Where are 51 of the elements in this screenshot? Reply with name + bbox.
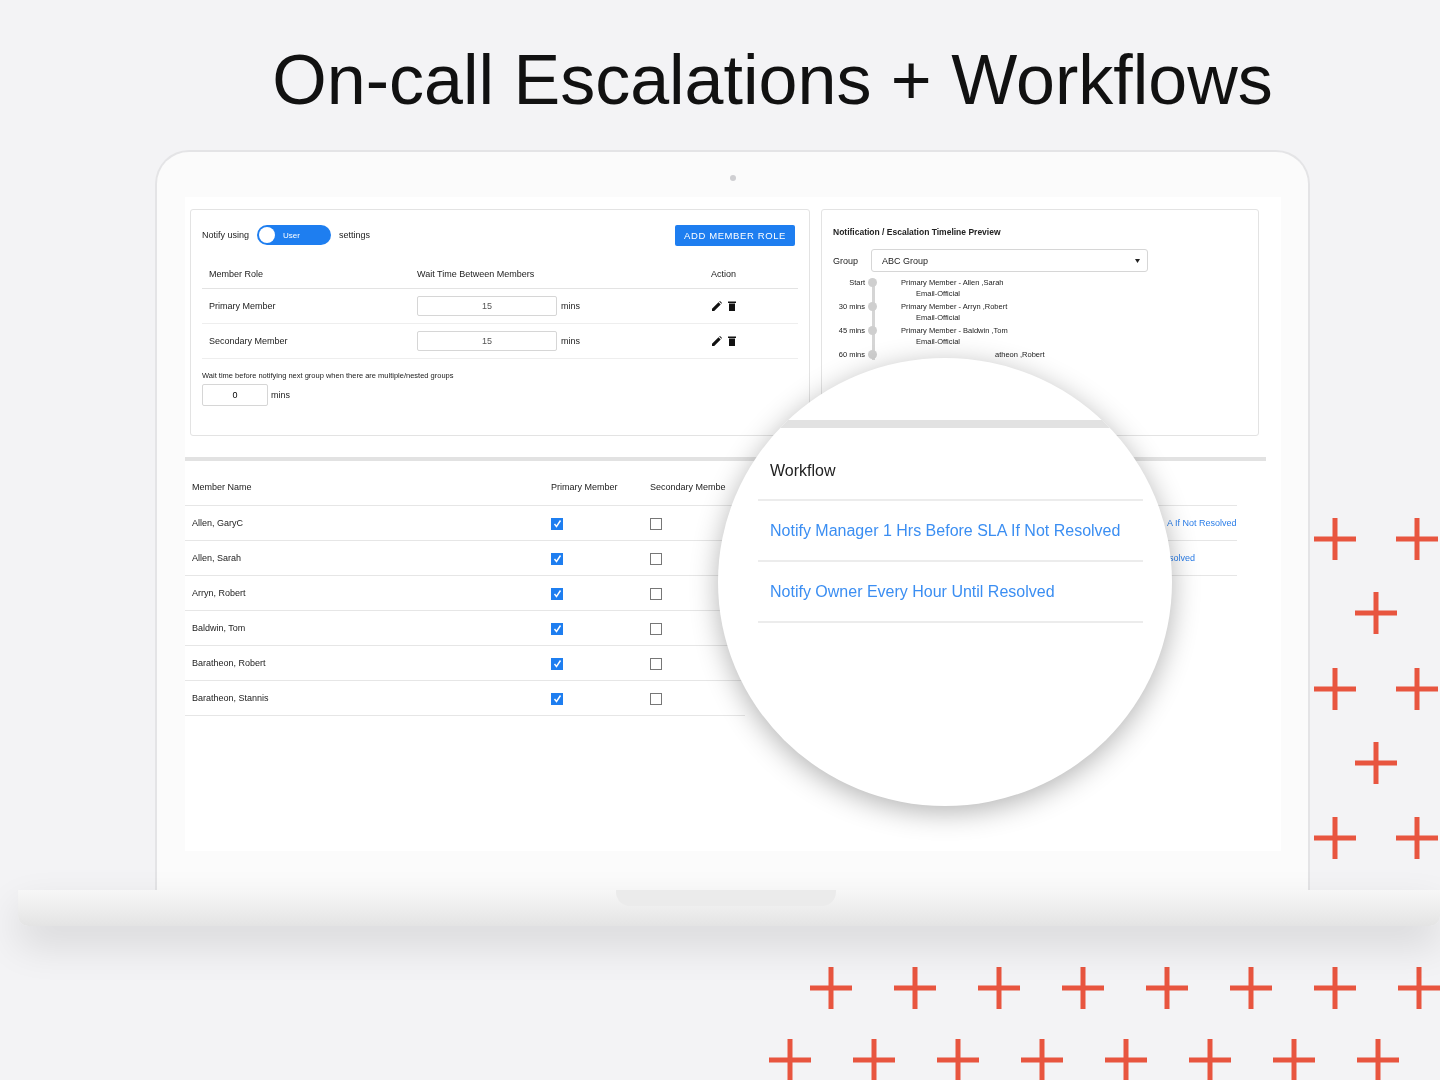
secondary-checkbox[interactable] <box>650 517 662 530</box>
timeline-title: Notification / Escalation Timeline Preview <box>833 227 1002 237</box>
column-header: Wait Time Between Members <box>417 268 536 279</box>
user-toggle[interactable]: User <box>257 225 332 245</box>
member-name: Allen, Sarah <box>191 553 243 563</box>
workflow-link[interactable]: solved <box>1169 553 1195 563</box>
member-name: Baldwin, Tom <box>191 623 247 633</box>
edit-icon[interactable] <box>712 301 722 311</box>
member-name: Arryn, Robert <box>191 588 247 598</box>
primary-checkbox[interactable] <box>551 552 563 565</box>
member-name: Baratheon, Stannis <box>191 693 270 703</box>
workflow-link[interactable]: A If Not Resolved <box>1167 518 1237 528</box>
role-name: Primary Member <box>209 301 277 311</box>
secondary-checkbox[interactable] <box>650 552 662 565</box>
headline: On-call Escalations + Workflows <box>271 40 1274 110</box>
unit-label: mins <box>271 390 290 400</box>
camera-icon <box>730 175 736 181</box>
column-header: Member Name <box>191 482 253 492</box>
column-header: Member Role <box>209 268 265 279</box>
secondary-checkbox[interactable] <box>650 692 662 705</box>
group-label: Group <box>833 255 858 266</box>
column-header: Action <box>711 268 737 279</box>
column-header: Primary Member <box>551 482 619 492</box>
role-name: Secondary Member <box>209 336 289 346</box>
primary-checkbox[interactable] <box>551 657 563 670</box>
edit-icon[interactable] <box>712 336 722 346</box>
primary-checkbox[interactable] <box>551 622 563 635</box>
notify-label: Notify using <box>202 230 250 240</box>
delete-icon[interactable] <box>728 336 736 346</box>
wait-time-field[interactable]: 15 <box>417 331 557 351</box>
primary-checkbox[interactable] <box>551 692 563 705</box>
settings-label: settings <box>339 230 371 240</box>
group-select[interactable]: ABC Group <box>871 249 1148 272</box>
workflow-link[interactable]: Notify Manager 1 Hrs Before SLA If Not Resolved <box>770 521 1121 540</box>
unit-label: mins <box>561 301 580 311</box>
dropdown-caret-icon <box>1135 258 1140 263</box>
member-name: Baratheon, Robert <box>191 658 267 668</box>
workflow-link[interactable]: Notify Owner Every Hour Until Resolved <box>770 582 1055 601</box>
primary-checkbox[interactable] <box>551 587 563 600</box>
unit-label: mins <box>561 336 580 346</box>
workflow-title: Workflow <box>758 428 1143 501</box>
delete-icon[interactable] <box>728 301 736 311</box>
add-member-role-button[interactable]: ADD MEMBER ROLE <box>675 224 795 246</box>
member-name: Allen, GaryC <box>191 518 245 528</box>
wait-time-field[interactable]: 15 <box>417 296 557 316</box>
group-wait-field[interactable]: 0 <box>202 384 268 406</box>
secondary-checkbox[interactable] <box>650 587 662 600</box>
secondary-checkbox[interactable] <box>650 622 662 635</box>
column-header: Secondary Membe <box>649 482 727 492</box>
secondary-checkbox[interactable] <box>650 657 662 670</box>
primary-checkbox[interactable] <box>551 517 563 530</box>
